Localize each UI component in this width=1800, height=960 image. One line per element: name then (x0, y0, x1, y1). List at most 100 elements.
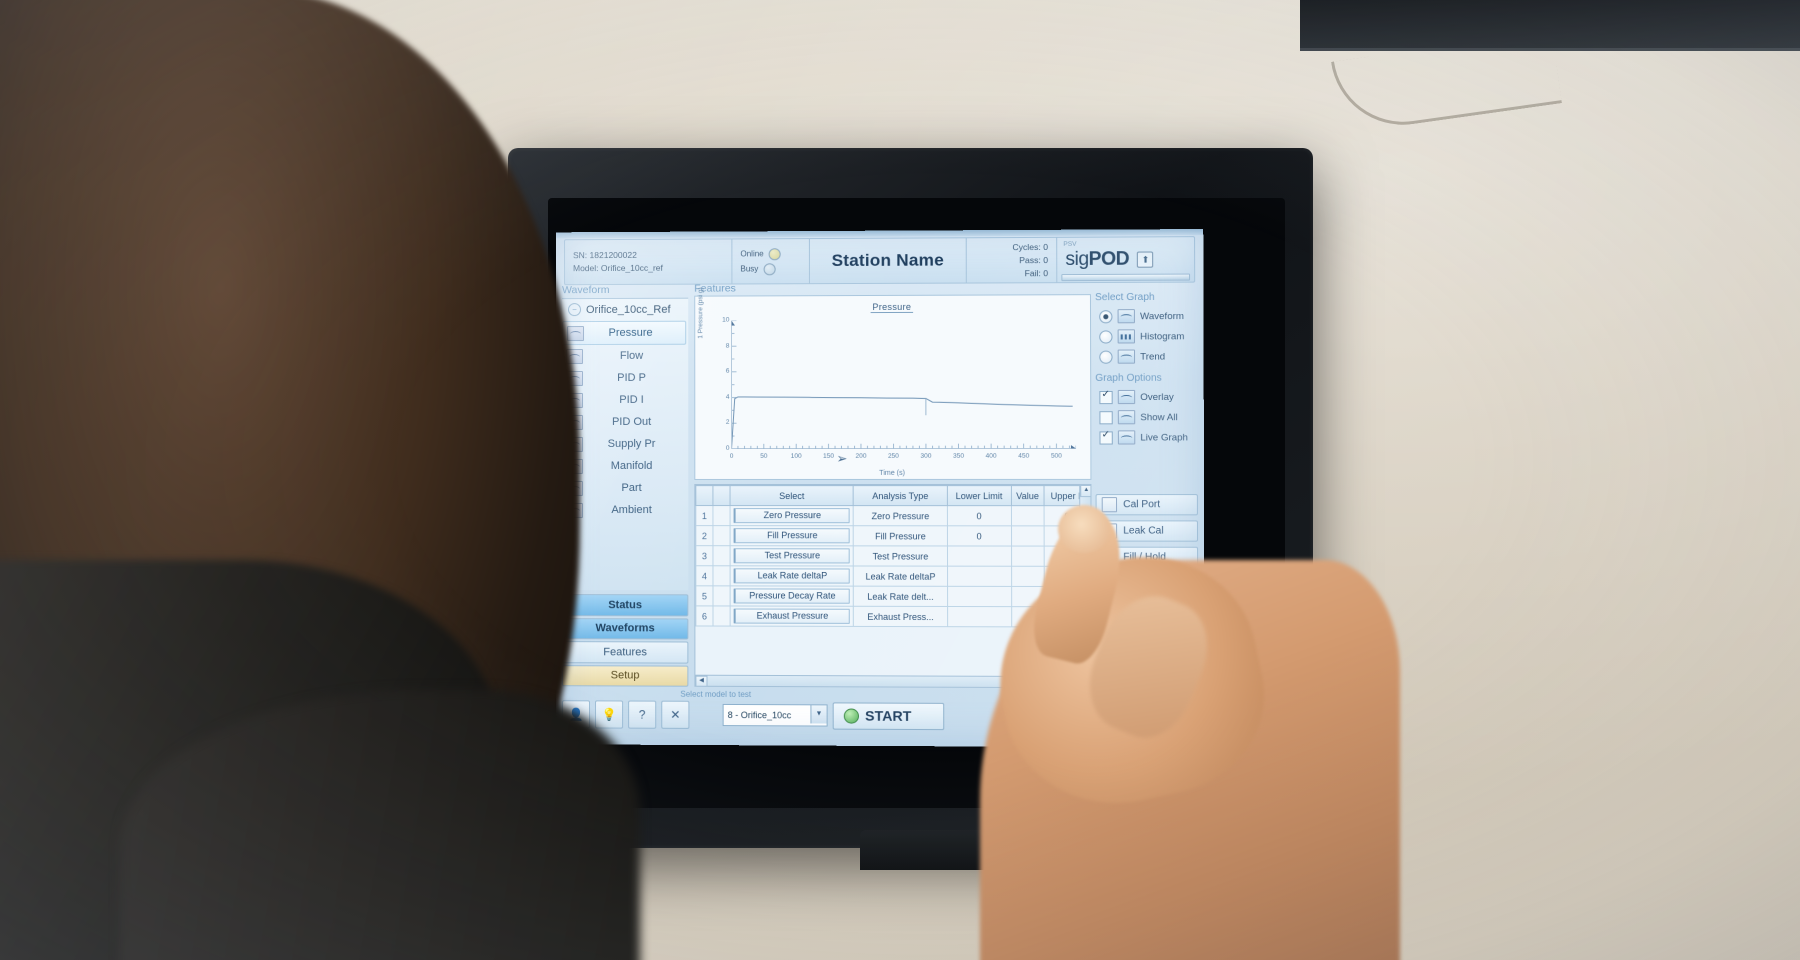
lower-limit-cell[interactable] (947, 586, 1012, 607)
sidebar-item-supply-pr[interactable]: Supply Pr (562, 433, 688, 455)
sidebar-item-ambient[interactable]: Ambient (562, 499, 688, 521)
chart-ytick: 4 (725, 393, 730, 401)
select-cell[interactable]: Fill Pressure (730, 525, 854, 546)
nav-button-status[interactable]: Status (561, 594, 689, 616)
graph-option-overlay[interactable]: Overlay (1093, 387, 1199, 407)
row-checkbox[interactable] (712, 505, 731, 526)
graph-option-live-graph[interactable]: Live Graph (1093, 427, 1199, 447)
expand-icon[interactable]: − (568, 303, 582, 317)
analysis-type-cell[interactable]: Fill Pressure (853, 525, 948, 546)
select-cell[interactable]: Exhaust Pressure (730, 605, 854, 627)
table-header-lower-limit[interactable]: Lower Limit (947, 485, 1012, 506)
chart-xtick: 50 (760, 452, 768, 460)
sidebar-item-label: PID Out (611, 415, 652, 428)
sidebar-item-pressure[interactable]: Pressure (562, 320, 687, 346)
select-cell-button[interactable]: Leak Rate deltaP (733, 568, 851, 584)
checkbox[interactable] (1099, 430, 1113, 445)
table-row[interactable]: 3Test PressureTest Pressure0 (695, 545, 1091, 567)
table-row[interactable]: 4 Leak Rate deltaP Leak Rate deltaP (695, 565, 1091, 587)
analysis-type-cell[interactable]: Zero Pressure (853, 505, 948, 526)
table-header-analysis-type[interactable]: Analysis Type (853, 485, 948, 506)
row-checkbox[interactable] (712, 585, 731, 606)
nav-button-waveforms[interactable]: Waveforms (561, 617, 689, 640)
graph-type-trend[interactable]: Trend (1093, 346, 1199, 366)
table-header-blank-1[interactable] (712, 485, 731, 506)
chart-xtick: 500 (1050, 452, 1062, 460)
start-button[interactable]: START (832, 701, 945, 730)
green-lamp-icon (843, 707, 860, 724)
table-header-blank-0[interactable] (695, 485, 713, 506)
sidebar-item-part[interactable]: Part (562, 477, 688, 499)
graph-type-histogram[interactable]: Histogram (1093, 326, 1199, 347)
chevron-down-icon[interactable]: ▼ (810, 705, 827, 724)
brand-logo: sigPOD (1065, 249, 1129, 271)
checkbox[interactable] (1099, 410, 1113, 424)
lower-limit-cell[interactable] (947, 606, 1012, 627)
lower-limit-cell[interactable] (947, 566, 1012, 587)
value-cell[interactable] (1011, 505, 1045, 526)
value-cell[interactable] (1011, 525, 1045, 547)
table-header-value[interactable]: Value (1010, 485, 1045, 506)
upload-icon[interactable]: ⬆ (1137, 251, 1154, 268)
value-cell[interactable] (1011, 546, 1045, 567)
model-select[interactable]: 8 - Orifice_10cc ▼ (722, 703, 828, 727)
scroll-left-icon[interactable]: ◀ (695, 675, 708, 688)
chart-ylabel: 1 Pressure (psi g) (697, 287, 705, 339)
row-checkbox[interactable] (712, 545, 731, 566)
select-cell[interactable]: Leak Rate deltaP (730, 565, 854, 587)
select-cell[interactable]: Pressure Decay Rate (730, 585, 854, 607)
analysis-type-cell[interactable]: Test Pressure (853, 545, 948, 567)
graph-option-show-all[interactable]: Show All (1093, 407, 1199, 427)
select-cell-button[interactable]: Pressure Decay Rate (733, 588, 851, 604)
analysis-type-cell[interactable]: Leak Rate delt... (853, 586, 948, 607)
radio-button[interactable] (1099, 309, 1113, 323)
lightbulb-icon[interactable]: 💡 (595, 700, 624, 729)
checkbox[interactable] (1099, 390, 1113, 404)
graph-type-label: Histogram (1140, 330, 1185, 342)
sidebar-item-pid-p[interactable]: PID P (562, 367, 688, 389)
row-number: 5 (695, 585, 713, 606)
lower-limit-cell[interactable]: 0 (947, 525, 1012, 547)
row-checkbox[interactable] (712, 565, 731, 586)
chart-xtick: 350 (952, 452, 965, 460)
table-header-select[interactable]: Select (730, 485, 854, 506)
scroll-up-icon[interactable]: ▲ (1080, 484, 1092, 498)
waveform-root[interactable]: − Orifice_10cc_Ref (562, 299, 688, 321)
sidebar-item-flow[interactable]: Flow (562, 345, 688, 367)
select-cell-button[interactable]: Zero Pressure (733, 508, 851, 524)
lower-limit-cell[interactable] (947, 545, 1012, 567)
status-lamps: Online Busy (732, 239, 810, 284)
select-cell-button[interactable]: Exhaust Pressure (733, 608, 851, 624)
analysis-type-cell[interactable]: Leak Rate deltaP (853, 565, 948, 587)
graph-type-label: Trend (1140, 350, 1166, 363)
table-row[interactable]: 2Fill PressureFill Pressure00 (695, 525, 1091, 547)
sidebar-item-pid-out[interactable]: PID Out (562, 411, 688, 433)
graph-type-waveform[interactable]: Waveform (1093, 306, 1199, 327)
value-cell[interactable] (1011, 566, 1045, 587)
radio-button[interactable] (1099, 329, 1113, 344)
action-button-cal-port[interactable]: Cal Port (1095, 494, 1198, 516)
select-cell[interactable]: Zero Pressure (730, 505, 854, 526)
chart-xtick: 200 (855, 452, 867, 460)
nav-button-setup[interactable]: Setup (561, 664, 689, 687)
analysis-type-cell[interactable]: Exhaust Press... (853, 606, 948, 627)
help-icon[interactable]: ? (628, 700, 657, 729)
sidebar-item-label: Flow (619, 349, 644, 362)
graph-panel[interactable]: Pressure 1 Pressure (psi g) Time (s) 0 2 4… (694, 287, 1092, 480)
select-cell-button[interactable]: Test Pressure (733, 548, 851, 564)
row-checkbox[interactable] (712, 605, 731, 627)
sidebar-item-manifold[interactable]: Manifold (562, 455, 688, 477)
sidebar-item-label: Manifold (610, 459, 653, 472)
row-checkbox[interactable] (712, 525, 731, 546)
radio-button[interactable] (1099, 350, 1113, 364)
table-row[interactable]: 1Zero PressureZero Pressure00 (695, 505, 1091, 526)
station-title-block: Station Name (809, 238, 967, 284)
sidebar-item-pid-i[interactable]: PID I (562, 389, 688, 411)
chart-title: Pressure (695, 301, 1090, 314)
psv-label: PSV (1063, 240, 1077, 248)
close-icon[interactable]: ✕ (661, 700, 690, 729)
select-cell[interactable]: Test Pressure (730, 545, 854, 566)
select-cell-button[interactable]: Fill Pressure (733, 528, 851, 544)
nav-button-features[interactable]: Features (561, 641, 689, 664)
lower-limit-cell[interactable]: 0 (947, 505, 1012, 526)
